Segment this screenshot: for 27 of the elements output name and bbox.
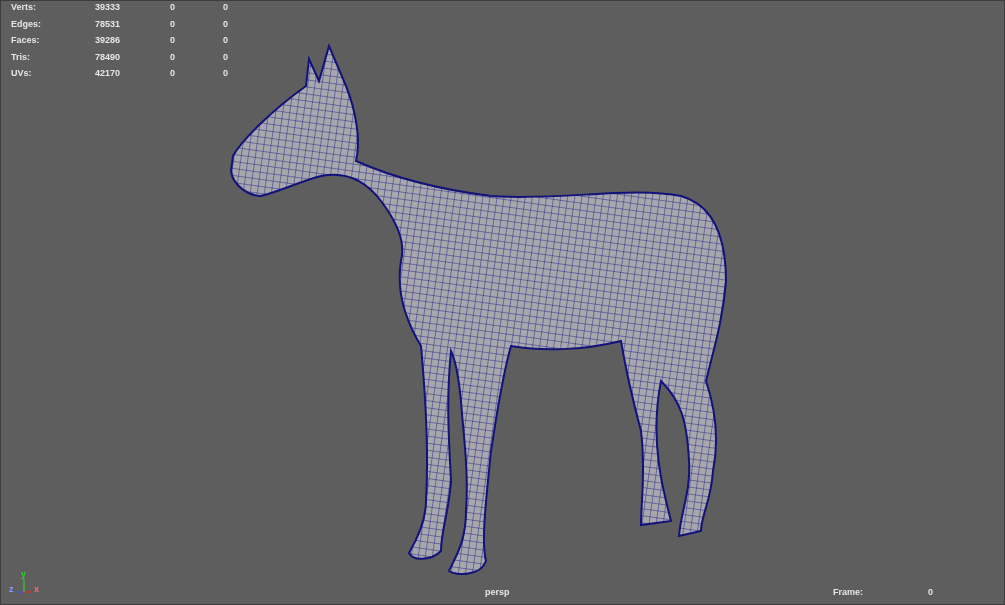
stat-value: 0 [223,1,229,14]
stat-value: 0 [170,50,176,64]
stat-value: 0 [170,17,176,31]
stat-value: 0 [223,50,229,64]
frame-value: 0 [928,585,933,599]
axis-gizmo-icon [16,578,32,594]
axis-label: z [9,585,14,594]
stat-value: 0 [223,67,229,80]
stat-label: UVs: [11,67,33,80]
stat-value: 78531 [95,17,122,31]
camera-name: persp [485,585,510,599]
axis-label: x [34,585,39,594]
stat-label: Faces: [11,34,41,47]
stat-value: 0 [170,1,176,14]
axis-label: y [21,570,26,579]
stat-value: 39333 [95,1,122,14]
frame-label: Frame: [833,585,863,599]
stat-value: 0 [223,34,229,47]
stat-value: 0 [170,34,176,47]
stat-value: 39286 [95,34,122,47]
stat-value: 78490 [95,50,122,64]
stat-value: 0 [223,17,229,31]
stat-label: Edges: [11,17,42,31]
stat-label: Tris: [11,50,31,64]
stat-value: 42170 [95,67,122,80]
stat-value: 0 [170,67,176,80]
stat-label: Verts: [11,1,37,14]
